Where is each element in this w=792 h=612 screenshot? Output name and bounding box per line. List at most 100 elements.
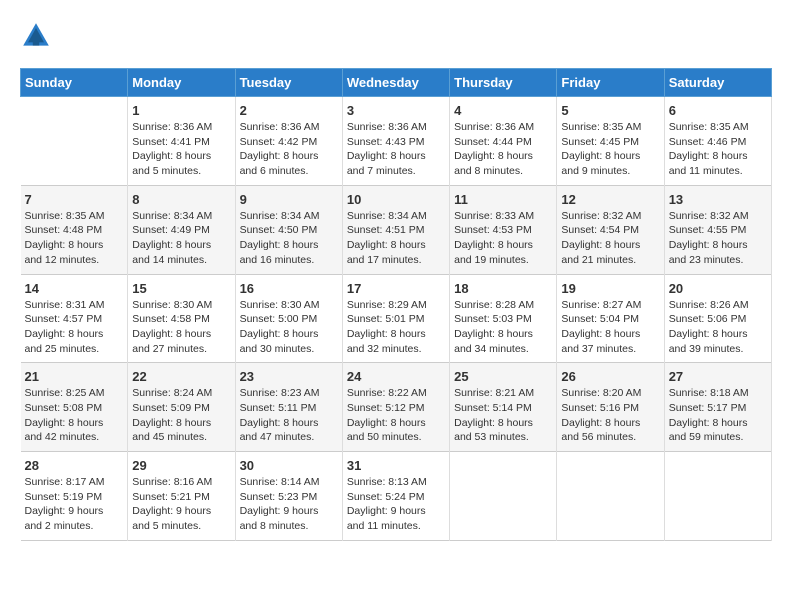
calendar-cell: 18 Sunrise: 8:28 AMSunset: 5:03 PMDayligh…	[450, 274, 557, 363]
calendar-cell: 16 Sunrise: 8:30 AMSunset: 5:00 PMDayligh…	[235, 274, 342, 363]
cell-content: Sunrise: 8:22 AMSunset: 5:12 PMDaylight:…	[347, 386, 445, 445]
day-number: 24	[347, 369, 445, 384]
calendar-week-row: 7Sunrise: 8:35 AMSunset: 4:48 PMDaylight…	[21, 185, 772, 274]
weekday-header-sunday: Sunday	[21, 69, 128, 97]
cell-content: Sunrise: 8:36 AMSunset: 4:43 PMDaylight:…	[347, 120, 445, 179]
day-number: 31	[347, 458, 445, 473]
weekday-header-saturday: Saturday	[664, 69, 771, 97]
cell-content: Sunrise: 8:18 AMSunset: 5:17 PMDaylight:…	[669, 386, 767, 445]
calendar-cell: 26 Sunrise: 8:20 AMSunset: 5:16 PMDayligh…	[557, 363, 664, 452]
calendar-cell: 29 Sunrise: 8:16 AMSunset: 5:21 PMDayligh…	[128, 452, 235, 541]
day-number: 21	[25, 369, 124, 384]
calendar-cell: 25 Sunrise: 8:21 AMSunset: 5:14 PMDayligh…	[450, 363, 557, 452]
day-number: 15	[132, 281, 230, 296]
day-number: 30	[240, 458, 338, 473]
cell-content: Sunrise: 8:35 AMSunset: 4:45 PMDaylight:…	[561, 120, 659, 179]
day-number: 16	[240, 281, 338, 296]
day-number: 5	[561, 103, 659, 118]
cell-content: Sunrise: 8:33 AMSunset: 4:53 PMDaylight:…	[454, 209, 552, 268]
calendar-table: SundayMondayTuesdayWednesdayThursdayFrid…	[20, 68, 772, 541]
cell-content: Sunrise: 8:17 AMSunset: 5:19 PMDaylight:…	[25, 475, 124, 534]
day-number: 26	[561, 369, 659, 384]
cell-content: Sunrise: 8:31 AMSunset: 4:57 PMDaylight:…	[25, 298, 124, 357]
cell-content: Sunrise: 8:34 AMSunset: 4:51 PMDaylight:…	[347, 209, 445, 268]
cell-content: Sunrise: 8:29 AMSunset: 5:01 PMDaylight:…	[347, 298, 445, 357]
logo	[20, 20, 56, 52]
calendar-cell: 21 Sunrise: 8:25 AMSunset: 5:08 PMDayligh…	[21, 363, 128, 452]
day-number: 8	[132, 192, 230, 207]
day-number: 19	[561, 281, 659, 296]
calendar-week-row: 28Sunrise: 8:17 AMSunset: 5:19 PMDayligh…	[21, 452, 772, 541]
calendar-cell: 17 Sunrise: 8:29 AMSunset: 5:01 PMDayligh…	[342, 274, 449, 363]
day-number: 25	[454, 369, 552, 384]
calendar-cell	[664, 452, 771, 541]
weekday-header-thursday: Thursday	[450, 69, 557, 97]
calendar-cell: 4Sunrise: 8:36 AMSunset: 4:44 PMDaylight…	[450, 97, 557, 186]
day-number: 23	[240, 369, 338, 384]
day-number: 4	[454, 103, 552, 118]
calendar-cell: 15 Sunrise: 8:30 AMSunset: 4:58 PMDayligh…	[128, 274, 235, 363]
calendar-cell: 7Sunrise: 8:35 AMSunset: 4:48 PMDaylight…	[21, 185, 128, 274]
calendar-cell: 22Sunrise: 8:24 AMSunset: 5:09 PMDayligh…	[128, 363, 235, 452]
calendar-cell: 1Sunrise: 8:36 AMSunset: 4:41 PMDaylight…	[128, 97, 235, 186]
cell-content: Sunrise: 8:27 AMSunset: 5:04 PMDaylight:…	[561, 298, 659, 357]
cell-content: Sunrise: 8:25 AMSunset: 5:08 PMDaylight:…	[25, 386, 124, 445]
day-number: 17	[347, 281, 445, 296]
cell-content: Sunrise: 8:20 AMSunset: 5:16 PMDaylight:…	[561, 386, 659, 445]
day-number: 2	[240, 103, 338, 118]
day-number: 13	[669, 192, 767, 207]
calendar-cell: 28Sunrise: 8:17 AMSunset: 5:19 PMDayligh…	[21, 452, 128, 541]
calendar-cell: 13 Sunrise: 8:32 AMSunset: 4:55 PMDayligh…	[664, 185, 771, 274]
calendar-cell: 6Sunrise: 8:35 AMSunset: 4:46 PMDaylight…	[664, 97, 771, 186]
cell-content: Sunrise: 8:34 AMSunset: 4:49 PMDaylight:…	[132, 209, 230, 268]
cell-content: Sunrise: 8:32 AMSunset: 4:54 PMDaylight:…	[561, 209, 659, 268]
calendar-cell	[21, 97, 128, 186]
cell-content: Sunrise: 8:23 AMSunset: 5:11 PMDaylight:…	[240, 386, 338, 445]
cell-content: Sunrise: 8:26 AMSunset: 5:06 PMDaylight:…	[669, 298, 767, 357]
calendar-week-row: 21 Sunrise: 8:25 AMSunset: 5:08 PMDayligh…	[21, 363, 772, 452]
calendar-cell: 5 Sunrise: 8:35 AMSunset: 4:45 PMDaylight…	[557, 97, 664, 186]
cell-content: Sunrise: 8:16 AMSunset: 5:21 PMDaylight:…	[132, 475, 230, 534]
day-number: 9	[240, 192, 338, 207]
cell-content: Sunrise: 8:24 AMSunset: 5:09 PMDaylight:…	[132, 386, 230, 445]
weekday-header-friday: Friday	[557, 69, 664, 97]
calendar-week-row: 14 Sunrise: 8:31 AMSunset: 4:57 PMDayligh…	[21, 274, 772, 363]
day-number: 10	[347, 192, 445, 207]
cell-content: Sunrise: 8:14 AMSunset: 5:23 PMDaylight:…	[240, 475, 338, 534]
weekday-header-tuesday: Tuesday	[235, 69, 342, 97]
calendar-cell	[557, 452, 664, 541]
calendar-cell: 31 Sunrise: 8:13 AMSunset: 5:24 PMDayligh…	[342, 452, 449, 541]
day-number: 29	[132, 458, 230, 473]
day-number: 20	[669, 281, 767, 296]
weekday-header-wednesday: Wednesday	[342, 69, 449, 97]
calendar-cell: 10 Sunrise: 8:34 AMSunset: 4:51 PMDayligh…	[342, 185, 449, 274]
cell-content: Sunrise: 8:32 AMSunset: 4:55 PMDaylight:…	[669, 209, 767, 268]
page-header	[20, 20, 772, 52]
calendar-cell: 23 Sunrise: 8:23 AMSunset: 5:11 PMDayligh…	[235, 363, 342, 452]
calendar-cell: 2 Sunrise: 8:36 AMSunset: 4:42 PMDaylight…	[235, 97, 342, 186]
calendar-cell: 19 Sunrise: 8:27 AMSunset: 5:04 PMDayligh…	[557, 274, 664, 363]
day-number: 14	[25, 281, 124, 296]
cell-content: Sunrise: 8:21 AMSunset: 5:14 PMDaylight:…	[454, 386, 552, 445]
day-number: 1	[132, 103, 230, 118]
calendar-cell: 11Sunrise: 8:33 AMSunset: 4:53 PMDayligh…	[450, 185, 557, 274]
cell-content: Sunrise: 8:30 AMSunset: 4:58 PMDaylight:…	[132, 298, 230, 357]
calendar-cell: 8 Sunrise: 8:34 AMSunset: 4:49 PMDaylight…	[128, 185, 235, 274]
day-number: 12	[561, 192, 659, 207]
cell-content: Sunrise: 8:30 AMSunset: 5:00 PMDaylight:…	[240, 298, 338, 357]
day-number: 7	[25, 192, 124, 207]
calendar-cell: 9Sunrise: 8:34 AMSunset: 4:50 PMDaylight…	[235, 185, 342, 274]
calendar-cell: 14 Sunrise: 8:31 AMSunset: 4:57 PMDayligh…	[21, 274, 128, 363]
day-number: 18	[454, 281, 552, 296]
cell-content: Sunrise: 8:36 AMSunset: 4:42 PMDaylight:…	[240, 120, 338, 179]
logo-icon	[20, 20, 52, 52]
calendar-cell: 12 Sunrise: 8:32 AMSunset: 4:54 PMDayligh…	[557, 185, 664, 274]
calendar-cell: 3 Sunrise: 8:36 AMSunset: 4:43 PMDaylight…	[342, 97, 449, 186]
calendar-week-row: 1Sunrise: 8:36 AMSunset: 4:41 PMDaylight…	[21, 97, 772, 186]
weekday-header-row: SundayMondayTuesdayWednesdayThursdayFrid…	[21, 69, 772, 97]
cell-content: Sunrise: 8:13 AMSunset: 5:24 PMDaylight:…	[347, 475, 445, 534]
day-number: 3	[347, 103, 445, 118]
cell-content: Sunrise: 8:28 AMSunset: 5:03 PMDaylight:…	[454, 298, 552, 357]
calendar-cell: 20 Sunrise: 8:26 AMSunset: 5:06 PMDayligh…	[664, 274, 771, 363]
calendar-cell: 24 Sunrise: 8:22 AMSunset: 5:12 PMDayligh…	[342, 363, 449, 452]
